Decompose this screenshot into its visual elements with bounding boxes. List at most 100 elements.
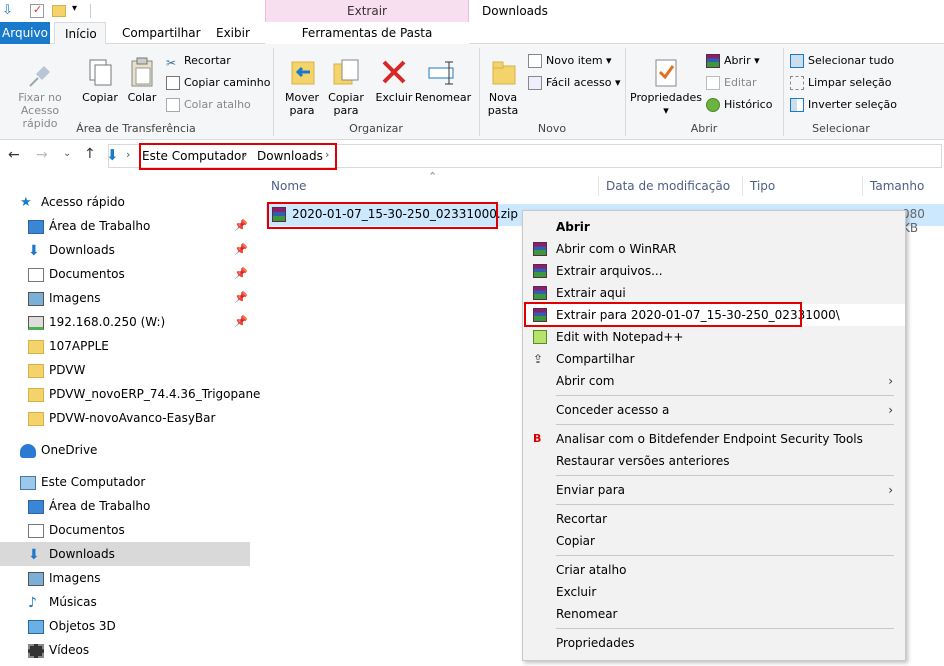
menu-label: Enviar para [556,483,625,497]
tab-compartilhar[interactable]: Compartilhar [112,22,202,44]
pinned-icon[interactable]: 📌 [234,291,248,304]
cut-button[interactable]: ✂ Recortar [166,52,231,70]
properties-qat-icon[interactable]: ✓ [30,3,44,18]
menu-copy[interactable]: Copiar [523,530,905,552]
paste-shortcut-button[interactable]: Colar atalho [166,96,251,114]
pin-quick-access-button[interactable]: Fixar no Acesso rápido [2,56,78,130]
menu-edit-notepadpp[interactable]: Edit with Notepad++ [523,326,905,348]
properties-label: Propriedades [630,91,702,104]
nav-folder-pdvw[interactable]: PDVW [28,359,85,381]
history-button[interactable]: Histórico [706,96,772,114]
new-folder-button[interactable]: Nova pasta [482,56,524,117]
nav-pc-desktop[interactable]: Área de Trabalho [28,495,150,517]
nav-label: Imagens [49,291,101,305]
nav-pc-videos[interactable]: Vídeos [28,639,89,661]
paste-label: Colar [127,91,157,104]
cloud-icon [20,443,36,458]
column-name[interactable]: Nome [271,174,306,198]
history-label: Histórico [724,98,773,111]
menu-bitdefender[interactable]: B Analisar com o Bitdefender Endpoint Sec… [523,428,905,450]
pinned-icon[interactable]: 📌 [234,267,248,280]
new-item-button[interactable]: Novo item ▾ [528,52,612,70]
rename-button[interactable]: Renomear [414,56,472,104]
network-drive-icon [28,315,44,330]
easy-access-button[interactable]: Fácil acesso ▾ [528,74,621,92]
nav-folder-107apple[interactable]: 107APPLE [28,335,109,357]
up-arrow-icon[interactable]: ↑ [84,146,96,162]
menu-send-to[interactable]: Enviar para › [523,479,905,501]
column-modified[interactable]: Data de modificação [606,174,730,198]
menu-label: Extrair arquivos... [556,264,663,278]
forward-arrow-icon[interactable]: → [36,147,48,163]
tab-ferramentas-pasta-compactada[interactable]: Ferramentas de Pasta Compactada [265,22,469,62]
breadcrumb-chevron-icon[interactable]: › [126,148,130,161]
scissors-icon: ✂ [166,56,177,70]
clear-selection-button[interactable]: Limpar seleção [790,74,891,92]
navigation-pane: ★ Acesso rápido Área de Trabalho 📌 ⬇ Downl… [0,185,260,666]
nav-onedrive[interactable]: OneDrive [20,439,97,461]
edit-button[interactable]: Editar [706,74,757,92]
menu-open-with[interactable]: Abrir com › [523,370,905,392]
column-divider[interactable] [598,176,599,196]
nav-folder-pdvw-novoerp[interactable]: PDVW_novoERP_74.4.36_Trigopane [28,383,260,405]
submenu-arrow-icon: › [888,403,893,417]
nav-quick-downloads[interactable]: ⬇ Downloads [28,239,115,261]
menu-share[interactable]: ⇪ Compartilhar [523,348,905,370]
nav-this-pc[interactable]: Este Computador [20,471,145,493]
rename-label: Renomear [414,91,472,104]
menu-label: Extrair aqui [556,286,626,300]
menu-extract-here[interactable]: Extrair aqui [523,282,905,304]
delete-button[interactable]: Excluir [372,56,416,104]
nav-label: PDVW-novoAvanco-EasyBar [49,411,216,425]
folder-qat-icon[interactable] [52,5,66,17]
recent-dropdown-icon[interactable]: ⌄ [63,148,71,159]
tab-exibir[interactable]: Exibir [206,22,258,44]
copy-to-button[interactable]: Copiar para [324,56,368,117]
nav-folder-pdvw-easybar[interactable]: PDVW-novoAvanco-EasyBar [28,407,215,429]
pinned-icon[interactable]: 📌 [234,219,248,232]
menu-open[interactable]: Abrir [523,216,905,238]
menu-rename[interactable]: Renomear [523,603,905,625]
tab-inicio[interactable]: Início [54,22,106,45]
nav-pc-3d-objects[interactable]: Objetos 3D [28,615,116,637]
nav-pc-images[interactable]: Imagens [28,567,100,589]
nav-quick-images[interactable]: Imagens [28,287,100,309]
nav-pc-downloads[interactable]: ⬇ Downloads [28,543,115,565]
back-arrow-icon[interactable]: ← [8,147,20,163]
nav-pc-music[interactable]: ♪ Músicas [28,591,97,613]
nav-quick-desktop[interactable]: Área de Trabalho [28,215,150,237]
menu-cut[interactable]: Recortar [523,508,905,530]
invert-selection-button[interactable]: Inverter seleção [790,96,897,114]
menu-delete[interactable]: Excluir [523,581,905,603]
select-all-label: Selecionar tudo [808,54,895,67]
menu-label: Renomear [556,607,618,621]
menu-grant-access[interactable]: Conceder acesso a › [523,399,905,421]
nav-network-drive[interactable]: 192.168.0.250 (W:) [28,311,165,333]
move-to-button[interactable]: Mover para [280,56,324,117]
nav-quick-access[interactable]: ★ Acesso rápido [20,191,125,213]
nav-pc-documents[interactable]: Documentos [28,519,125,541]
menu-extract-files[interactable]: Extrair arquivos... [523,260,905,282]
open-button[interactable]: Abrir ▾ [706,52,760,70]
column-divider[interactable] [862,176,863,196]
qat-dropdown-icon[interactable]: ▾ [72,3,77,14]
copy-path-button[interactable]: Copiar caminho [166,74,270,92]
select-all-button[interactable]: Selecionar tudo [790,52,894,70]
properties-button[interactable]: Propriedades ▾ [630,56,702,117]
edit-label: Editar [724,76,757,89]
paste-button[interactable]: Colar [122,56,162,104]
column-divider[interactable] [742,176,743,196]
menu-restore-versions[interactable]: Restaurar versões anteriores [523,450,905,472]
column-type[interactable]: Tipo [750,174,775,198]
nav-quick-documents[interactable]: Documentos [28,263,125,285]
column-size[interactable]: Tamanho [870,174,924,198]
menu-open-winrar[interactable]: Abrir com o WinRAR [523,238,905,260]
tab-arquivo[interactable]: Arquivo [0,22,50,44]
pinned-icon[interactable]: 📌 [234,315,248,328]
pinned-icon[interactable]: 📌 [234,243,248,256]
nav-label: OneDrive [41,443,98,457]
copy-button[interactable]: Copiar [80,56,120,104]
down-arrow-icon[interactable]: ⇩ [2,3,13,18]
menu-create-shortcut[interactable]: Criar atalho [523,559,905,581]
menu-properties[interactable]: Propriedades [523,632,905,654]
